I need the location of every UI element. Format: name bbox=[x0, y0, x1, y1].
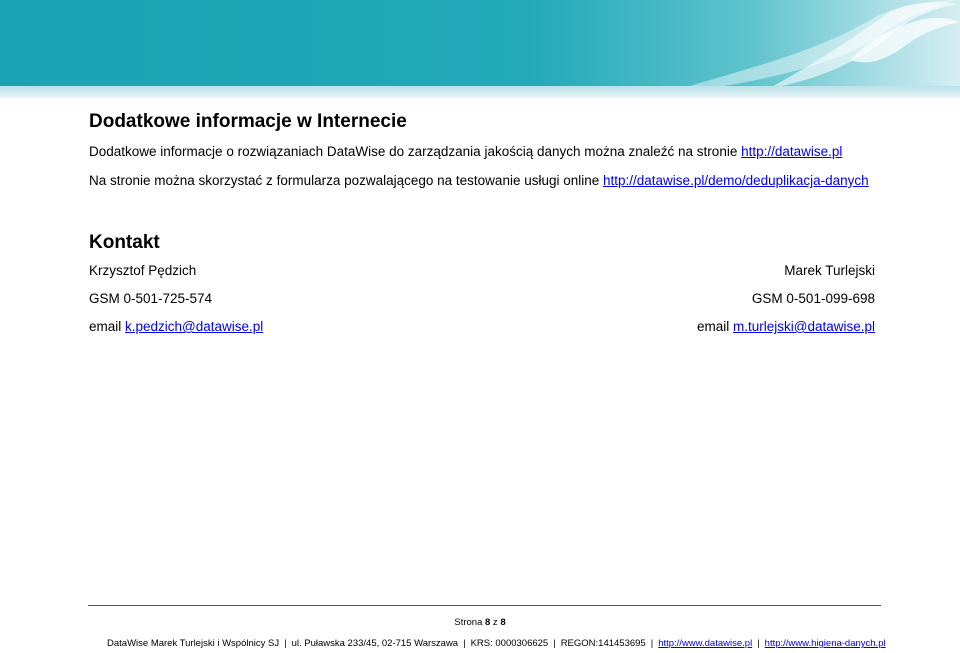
footer-krs: KRS: 0000306625 bbox=[470, 638, 549, 649]
section-heading-internet: Dodatkowe informacje w Internecie bbox=[89, 111, 407, 132]
footer-link-datawise[interactable]: http://www.datawise.pl bbox=[658, 638, 752, 649]
contact-left: Krzysztof Pędzich GSM 0-501-725-574 emai… bbox=[89, 262, 263, 346]
email-label: email bbox=[89, 319, 126, 334]
contact-phone: GSM 0-501-099-698 bbox=[751, 291, 875, 306]
demo-paragraph-text: Na stronie można skorzystać z formularza… bbox=[89, 173, 604, 188]
datawise-link[interactable]: http://datawise.pl bbox=[741, 144, 842, 159]
header-strip bbox=[0, 86, 960, 98]
footer-company: DataWise Marek Turlejski i Wspólnicy SJ bbox=[107, 638, 280, 649]
contact-name: Marek Turlejski bbox=[784, 263, 875, 278]
contact-email-link[interactable]: k.pedzich@datawise.pl bbox=[125, 319, 263, 334]
contact-phone: GSM 0-501-725-574 bbox=[89, 291, 213, 306]
info-paragraph: Dodatkowe informacje o rozwiązaniach Dat… bbox=[89, 144, 842, 159]
footer-separator: | bbox=[463, 638, 466, 649]
header-banner bbox=[0, 0, 960, 92]
page-of-label: z bbox=[490, 617, 501, 628]
footer-separator: | bbox=[553, 638, 556, 649]
page-number: Strona 8 z 8 bbox=[0, 617, 960, 628]
seagull-icon bbox=[669, 0, 960, 92]
footer-separator: | bbox=[650, 638, 654, 649]
footer-address: ul. Puławska 233/45, 02-715 Warszawa bbox=[291, 638, 459, 649]
contact-email-row: email m.turlejski@datawise.pl bbox=[697, 318, 875, 346]
demo-link[interactable]: http://datawise.pl/demo/deduplikacja-dan… bbox=[603, 173, 869, 188]
contact-email-link[interactable]: m.turlejski@datawise.pl bbox=[733, 319, 875, 334]
contact-name: Krzysztof Pędzich bbox=[89, 263, 197, 278]
footer-divider bbox=[88, 605, 881, 606]
email-label: email bbox=[696, 319, 733, 334]
contact-email-row: email k.pedzich@datawise.pl bbox=[89, 318, 263, 346]
footer-company-info: DataWise Marek Turlejski i Wspólnicy SJ |… bbox=[107, 638, 886, 649]
info-paragraph-text: Dodatkowe informacje o rozwiązaniach Dat… bbox=[89, 144, 742, 159]
footer-separator: | bbox=[757, 638, 760, 649]
footer-link-higiena[interactable]: http://www.higiena-danych.pl bbox=[765, 638, 886, 649]
contact-right: Marek Turlejski GSM 0-501-099-698 email … bbox=[697, 262, 875, 346]
page-label: Strona bbox=[454, 617, 485, 628]
section-heading-contact: Kontakt bbox=[89, 232, 160, 253]
page-total: 8 bbox=[500, 617, 506, 628]
footer-regon: REGON:141453695 bbox=[560, 638, 646, 649]
demo-paragraph: Na stronie można skorzystać z formularza… bbox=[89, 173, 869, 188]
footer-separator: | bbox=[284, 638, 287, 649]
